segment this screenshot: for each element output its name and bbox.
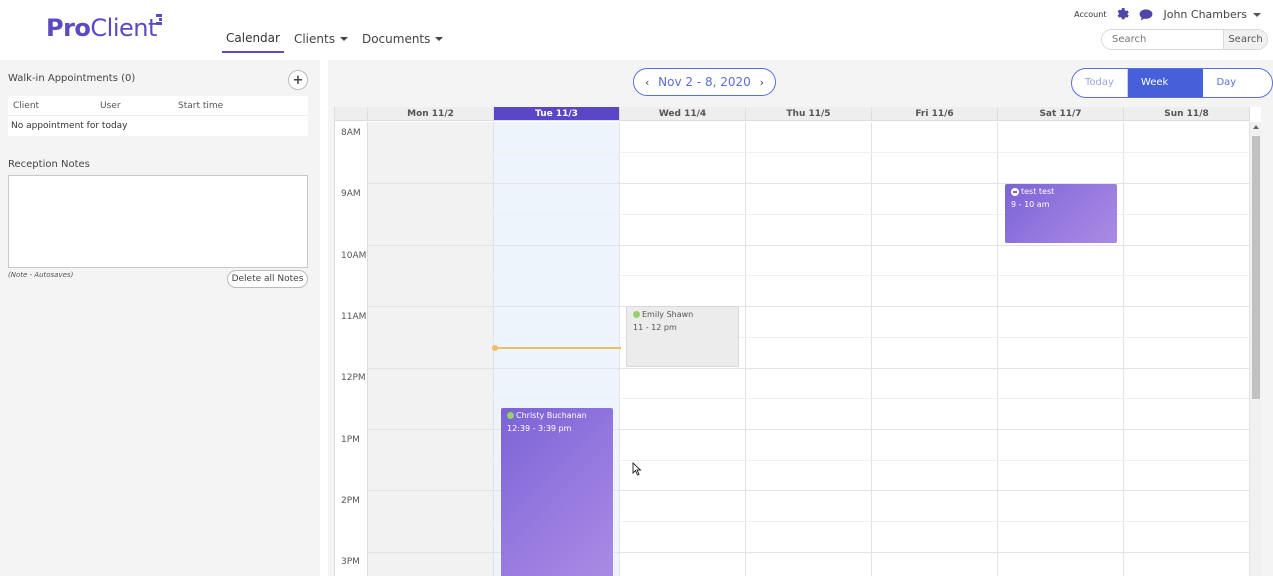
event-christy-buchanan[interactable]: Christy Buchanan 12:39 - 3:39 pm — [501, 408, 613, 576]
calendar-toolbar: ‹ Nov 2 - 8, 2020 › Today Week View Day … — [328, 60, 1273, 105]
time-column: 8AM 9AM 10AM 11AM 12PM 1PM 2PM 3PM — [335, 122, 368, 576]
column-header-start-time: Start time — [178, 100, 224, 111]
time-label: 11AM — [341, 312, 367, 322]
status-icon — [633, 311, 640, 318]
time-label: 8AM — [341, 128, 361, 138]
event-test-test[interactable]: test test 9 - 10 am — [1005, 184, 1117, 243]
time-label: 9AM — [341, 189, 361, 199]
time-label: 1PM — [341, 435, 360, 445]
grid-line — [368, 245, 1249, 246]
event-emily-shawn[interactable]: Emily Shawn 11 - 12 pm — [626, 306, 739, 367]
day-header-thu[interactable]: Thu 11/5 — [746, 107, 872, 121]
next-week-icon[interactable]: › — [760, 76, 764, 89]
day-header-wed[interactable]: Wed 11/4 — [620, 107, 746, 121]
day-header-fri[interactable]: Fri 11/6 — [872, 107, 998, 121]
time-label: 2PM — [341, 496, 360, 506]
date-range-label[interactable]: Nov 2 - 8, 2020 — [658, 75, 751, 89]
calendar-scrollbar[interactable] — [1250, 122, 1261, 576]
search-input[interactable] — [1102, 30, 1223, 49]
time-header — [335, 107, 368, 121]
search-button[interactable]: Search — [1223, 30, 1267, 49]
grid-line — [368, 368, 1249, 369]
week-grid: Mon 11/2 Tue 11/3 Wed 11/4 Thu 11/5 Fri … — [334, 107, 1261, 576]
autosave-note: (Note - Autosaves) — [8, 271, 74, 279]
grid-line — [368, 275, 1249, 276]
day-view-button[interactable]: Day View — [1203, 69, 1272, 97]
week-view-button[interactable]: Week View — [1127, 69, 1204, 97]
add-walkin-button[interactable]: + — [288, 70, 308, 90]
calendar-body: Mon 11/2 Tue 11/3 Wed 11/4 Thu 11/5 Fri … — [328, 105, 1273, 576]
column-header-client: Client — [13, 100, 40, 111]
today-button[interactable]: Today — [1072, 69, 1128, 97]
user-menu[interactable]: John Chambers — [1163, 8, 1261, 21]
proclient-logo[interactable]: ProClient — [46, 14, 157, 42]
chat-icon[interactable] — [1139, 8, 1153, 21]
account-link[interactable]: Account — [1074, 10, 1106, 19]
scrollbar-thumb[interactable] — [1252, 136, 1260, 399]
date-range-picker: ‹ Nov 2 - 8, 2020 › — [633, 68, 776, 96]
day-header-sun[interactable]: Sun 11/8 — [1124, 107, 1250, 121]
nav-documents[interactable]: Documents — [358, 28, 447, 53]
time-label: 10AM — [341, 251, 367, 261]
nav-calendar[interactable]: Calendar — [222, 28, 284, 53]
day-column-sun[interactable] — [1124, 122, 1250, 576]
reception-notes-title: Reception Notes — [8, 159, 90, 170]
grid-line — [368, 152, 1249, 153]
day-column-fri[interactable] — [872, 122, 998, 576]
walkin-empty-message: No appointment for today — [11, 121, 128, 131]
walkin-table-header: Client User Start time — [8, 96, 308, 116]
account-bar: Account John Chambers — [1074, 8, 1261, 21]
current-time-line — [495, 347, 621, 349]
left-panel: Walk-in Appointments (0) + Client User S… — [0, 60, 320, 576]
nav-clients[interactable]: Clients — [290, 28, 352, 53]
time-label: 3PM — [341, 557, 360, 567]
time-label: 12PM — [341, 373, 366, 383]
walkin-table: Client User Start time No appointment fo… — [8, 96, 308, 136]
grid-line — [368, 183, 1249, 184]
view-toggle: Today Week View Day View — [1071, 68, 1273, 98]
scroll-up-icon[interactable] — [1253, 125, 1259, 129]
logo-dots-icon — [152, 14, 162, 28]
status-icon — [1011, 187, 1019, 196]
main-nav: Calendar Clients Documents — [222, 28, 453, 53]
prev-week-icon[interactable]: ‹ — [645, 76, 649, 89]
day-column-thu[interactable] — [746, 122, 872, 576]
grid-line — [368, 306, 1249, 307]
day-header-tue[interactable]: Tue 11/3 — [494, 107, 620, 121]
column-header-user: User — [100, 100, 121, 111]
walkin-title: Walk-in Appointments (0) — [8, 73, 136, 84]
search-box: Search — [1101, 29, 1268, 50]
delete-all-notes-button[interactable]: Delete all Notes — [227, 270, 308, 288]
grid-line — [368, 398, 1249, 399]
grid-line — [368, 337, 1249, 338]
status-icon — [507, 412, 514, 419]
caret-down-icon — [1253, 12, 1261, 17]
day-header-sat[interactable]: Sat 11/7 — [998, 107, 1124, 121]
mouse-cursor-icon — [632, 462, 642, 476]
day-column-mon[interactable] — [368, 122, 494, 576]
caret-down-icon — [339, 37, 348, 41]
day-header-mon[interactable]: Mon 11/2 — [368, 107, 494, 121]
gear-icon[interactable] — [1116, 8, 1130, 21]
reception-notes-textarea[interactable] — [8, 175, 308, 268]
caret-down-icon — [435, 37, 444, 41]
top-bar: ProClient Calendar Clients Documents Acc… — [0, 0, 1273, 60]
